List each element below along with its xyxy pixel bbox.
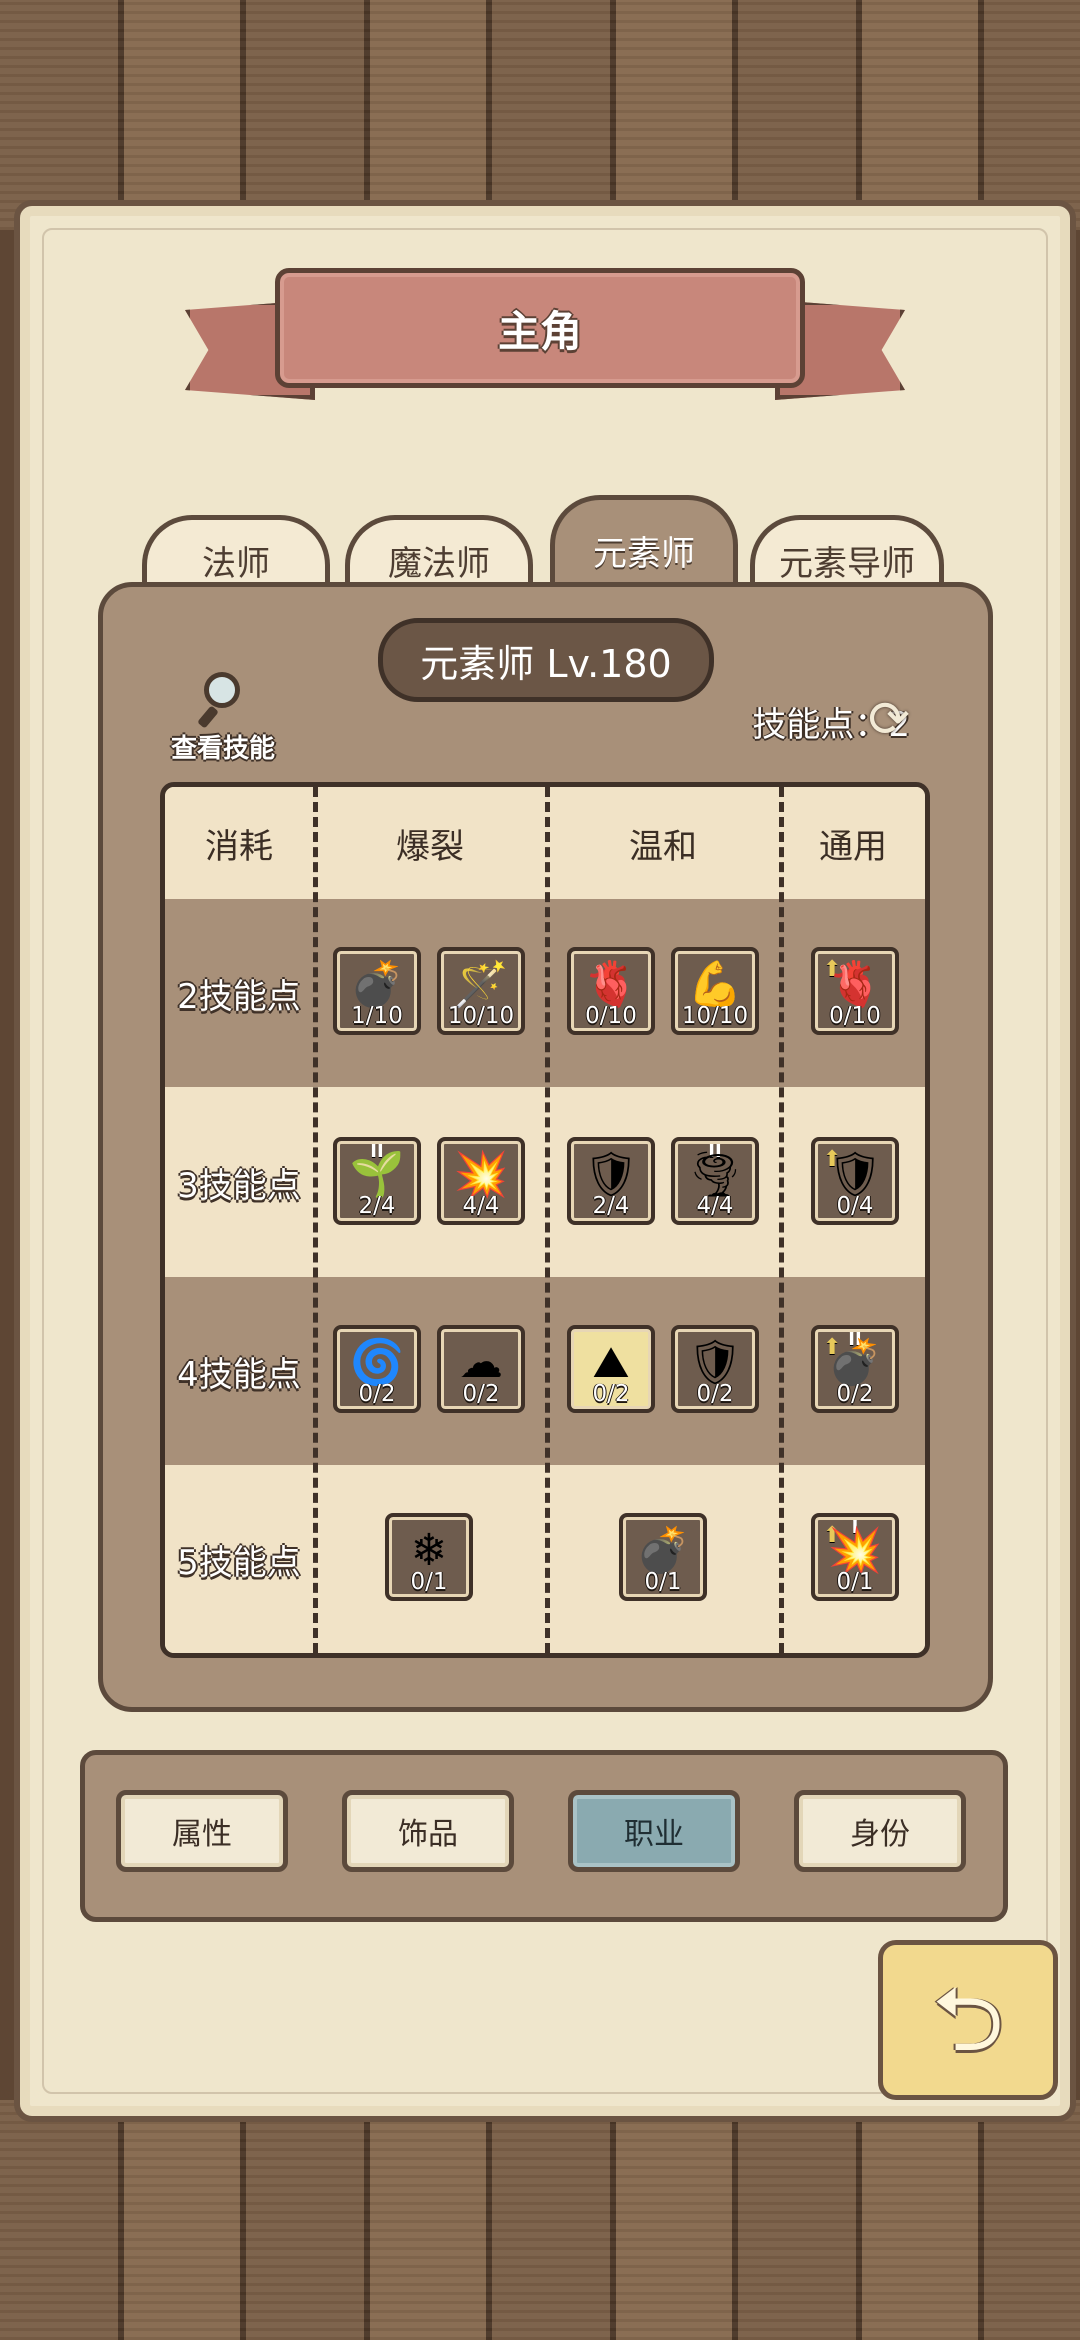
header-general: 通用 — [819, 826, 887, 867]
class-level-badge: 元素师 Lv.180 — [378, 618, 714, 702]
skill-count: 0/2 — [696, 1381, 734, 1407]
skill-slot[interactable]: ⬆ II 💣 0/2 — [811, 1325, 899, 1413]
header-gentle: 温和 — [629, 826, 697, 867]
nav-attributes-button[interactable]: 属性 — [116, 1790, 288, 1872]
nav-class-button[interactable]: 职业 — [568, 1790, 740, 1872]
column-divider — [779, 787, 784, 1653]
skill-count: 0/2 — [358, 1381, 396, 1407]
skill-slot[interactable]: ❄ 0/1 — [385, 1513, 473, 1601]
nav-identity-button[interactable]: 身份 — [794, 1790, 966, 1872]
back-button[interactable]: ⮌ — [878, 1940, 1058, 2100]
nav-accessories-button[interactable]: 饰品 — [342, 1790, 514, 1872]
refresh-icon[interactable]: ⟳ — [862, 692, 916, 746]
skill-slot[interactable]: II 🌱 2/4 — [333, 1137, 421, 1225]
skill-count: 0/10 — [829, 1003, 881, 1029]
skill-slot[interactable]: ⬆ 🫀 0/10 — [811, 947, 899, 1035]
row-cost-label: 3技能点 — [177, 1165, 301, 1206]
skill-count: 1/10 — [351, 1003, 403, 1029]
header-cost: 消耗 — [205, 826, 273, 867]
return-arrow-icon: ⮌ — [931, 1967, 1005, 2072]
skill-slot[interactable]: ⬆ 🛡 0/4 — [811, 1137, 899, 1225]
row-cost-label: 5技能点 — [177, 1542, 301, 1583]
skill-count: 0/1 — [644, 1569, 682, 1595]
skill-count: 0/2 — [836, 1381, 874, 1407]
skill-slot[interactable]: 💪 10/10 — [671, 947, 759, 1035]
skill-count: 4/4 — [696, 1193, 734, 1219]
skill-slot[interactable]: 💣 0/1 — [619, 1513, 707, 1601]
skill-count: 0/4 — [836, 1193, 874, 1219]
skill-slot[interactable]: 💣 1/10 — [333, 947, 421, 1035]
magnifier-icon — [196, 672, 250, 729]
row-cost-label: 4技能点 — [177, 1354, 301, 1395]
skill-slot[interactable]: ☁ 0/2 — [437, 1325, 525, 1413]
skill-count: 4/4 — [462, 1193, 500, 1219]
skill-slot[interactable]: ⛰ 0/2 — [567, 1325, 655, 1413]
skill-slot[interactable]: II 🌪 4/4 — [671, 1137, 759, 1225]
view-skills-label: 查看技能 — [170, 734, 275, 764]
skill-count: 0/1 — [836, 1569, 874, 1595]
skill-slot[interactable]: ⬆ I 💥 0/1 — [811, 1513, 899, 1601]
skill-slot[interactable]: 🫀 0/10 — [567, 947, 655, 1035]
column-divider — [545, 787, 550, 1653]
wood-background-bottom — [0, 2100, 1080, 2340]
skill-count: 0/2 — [592, 1381, 630, 1407]
header-burst: 爆裂 — [396, 826, 464, 867]
skill-slot[interactable]: 🛡 2/4 — [567, 1137, 655, 1225]
title-banner: 主角 — [275, 268, 805, 388]
page-title: 主角 — [497, 306, 582, 356]
skill-grid: 消耗 爆裂 温和 通用 2技能点 3技能点 4技能点 5技能点 💣 1/10 🪄… — [160, 782, 930, 1658]
skill-slot[interactable]: 🛡 0/2 — [671, 1325, 759, 1413]
skill-count: 10/10 — [447, 1003, 515, 1029]
skill-count: 2/4 — [358, 1193, 396, 1219]
view-skills-button[interactable]: 查看技能 — [158, 672, 288, 765]
skill-count: 0/1 — [410, 1569, 448, 1595]
wood-background-top — [0, 0, 1080, 230]
skill-count: 0/10 — [585, 1003, 637, 1029]
skill-slot[interactable]: 🪄 10/10 — [437, 947, 525, 1035]
row-cost-label: 2技能点 — [177, 976, 301, 1017]
skill-slot[interactable]: 🌀 0/2 — [333, 1325, 421, 1413]
skill-count: 0/2 — [462, 1381, 500, 1407]
skill-count: 10/10 — [681, 1003, 749, 1029]
skill-count: 2/4 — [592, 1193, 630, 1219]
skill-slot[interactable]: 💥 4/4 — [437, 1137, 525, 1225]
column-divider — [313, 787, 318, 1653]
